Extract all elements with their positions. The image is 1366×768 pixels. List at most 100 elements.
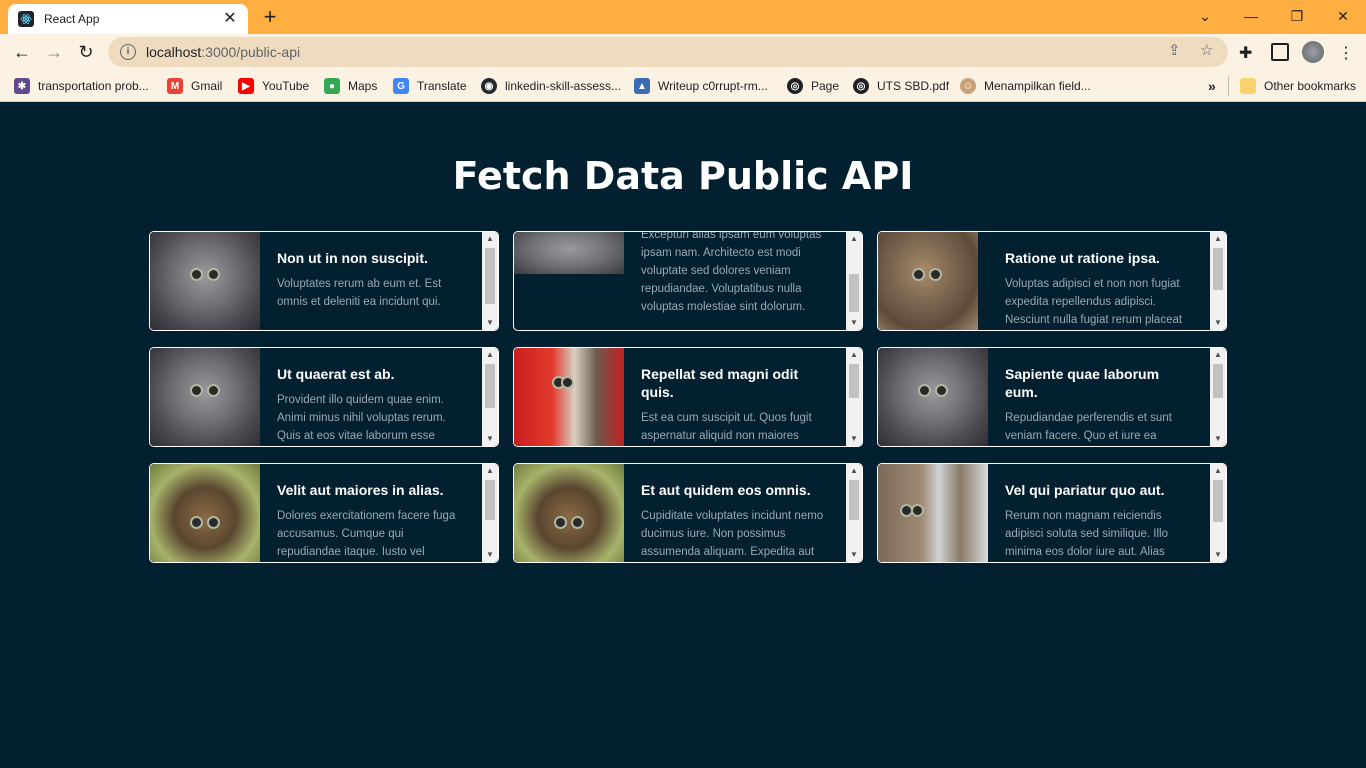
scroll-up-icon[interactable]: ▲ — [846, 232, 862, 246]
menu-icon[interactable]: ⋮ — [1338, 43, 1356, 62]
card-title: Et aut quidem eos omnis. — [641, 482, 811, 498]
card-title: Vel qui pariatur quo aut. — [1005, 482, 1165, 498]
post-card: Ratione ut ratione ipsa. Voluptas adipis… — [877, 231, 1227, 331]
card-title: Ratione ut ratione ipsa. — [1005, 250, 1160, 266]
card-body: Et aut quidem eos omnis. Cupiditate volu… — [641, 464, 831, 562]
scroll-up-icon[interactable]: ▲ — [482, 232, 498, 246]
card-text: Provident illo quidem quae enim. Animi m… — [277, 394, 446, 442]
bookmark-item[interactable]: M Gmail — [167, 76, 222, 96]
forward-button[interactable]: → — [42, 40, 66, 64]
new-tab-button[interactable]: + — [258, 6, 282, 30]
tab-close-icon[interactable]: ✕ — [222, 11, 238, 27]
bookmarks-bar: ✱ transportation prob... M Gmail ▶ YouTube … — [0, 70, 1366, 102]
scroll-down-icon[interactable]: ▼ — [846, 316, 862, 330]
bookmark-item[interactable]: ● Maps — [324, 76, 377, 96]
bookmark-star-icon[interactable]: ☆ — [1200, 41, 1213, 59]
browser-tab[interactable]: React App ✕ — [8, 4, 248, 34]
share-icon[interactable]: ⇪ — [1168, 41, 1181, 59]
card-text: Est ea cum suscipit ut. Quos fugit asper… — [641, 412, 812, 442]
card-text: Excepturi alias ipsam eum voluptas ipsam… — [641, 232, 822, 313]
scroll-down-icon[interactable]: ▼ — [1210, 432, 1226, 446]
restore-button[interactable]: ❐ — [1274, 4, 1320, 28]
folder-icon — [1240, 78, 1256, 94]
card-scrollbar[interactable]: ▲ ▼ — [846, 232, 862, 330]
side-panel-icon[interactable] — [1271, 43, 1289, 61]
scroll-down-icon[interactable]: ▼ — [482, 316, 498, 330]
card-body: Velit aut maiores in alias. Dolores exer… — [277, 464, 467, 562]
card-scrollbar[interactable]: ▲ ▼ — [1210, 348, 1226, 446]
minimize-button[interactable]: — — [1228, 4, 1274, 28]
scroll-up-icon[interactable]: ▲ — [1210, 348, 1226, 362]
scroll-down-icon[interactable]: ▼ — [482, 548, 498, 562]
bookmark-item[interactable]: ▶ YouTube — [238, 76, 309, 96]
scroll-down-icon[interactable]: ▼ — [1210, 548, 1226, 562]
card-body: Sapiente quae laborum eum. Repudiandae p… — [1005, 348, 1195, 446]
post-card: Vel qui pariatur quo aut. Rerum non magn… — [877, 463, 1227, 563]
reload-button[interactable]: ↻ — [74, 40, 98, 64]
profile-avatar[interactable] — [1302, 41, 1324, 63]
card-scrollbar[interactable]: ▲ ▼ — [482, 464, 498, 562]
image-icon: ▲ — [634, 78, 650, 94]
card-scrollbar[interactable]: ▲ ▼ — [1210, 232, 1226, 330]
scroll-up-icon[interactable]: ▲ — [1210, 232, 1226, 246]
scroll-up-icon[interactable]: ▲ — [846, 348, 862, 362]
post-card: Sapiente quae laborum eum. Repudiandae p… — [877, 347, 1227, 447]
bookmark-item[interactable]: ✱ transportation prob... — [14, 76, 149, 96]
post-card: Velit aut maiores in alias. Dolores exer… — [149, 463, 499, 563]
card-scrollbar[interactable]: ▲ ▼ — [1210, 464, 1226, 562]
scroll-down-icon[interactable]: ▼ — [1210, 316, 1226, 330]
address-bar[interactable]: i localhost:3000/public-api — [108, 37, 1228, 67]
card-scrollbar[interactable]: ▲ ▼ — [846, 348, 862, 446]
github-icon: ◉ — [481, 78, 497, 94]
kitten-image — [878, 464, 988, 562]
bookmark-item[interactable]: ◎ UTS SBD.pdf — [853, 76, 949, 96]
maps-icon: ● — [324, 78, 340, 94]
card-title: Ut quaerat est ab. — [277, 366, 395, 382]
post-card: Et aut quidem eos omnis. Cupiditate volu… — [513, 463, 863, 563]
card-body: Ut quaerat est ab. Provident illo quidem… — [277, 348, 467, 446]
card-text: Repudiandae perferendis et sunt veniam f… — [1005, 412, 1172, 442]
other-bookmarks-folder[interactable]: Other bookmarks — [1240, 76, 1356, 96]
address-url: localhost:3000/public-api — [146, 44, 301, 60]
tab-title: React App — [44, 12, 100, 26]
card-title: Repellat sed magni odit quis. — [641, 366, 799, 400]
site-info-icon[interactable]: i — [120, 44, 136, 60]
card-title: Velit aut maiores in alias. — [277, 482, 444, 498]
youtube-icon: ▶ — [238, 78, 254, 94]
translate-icon: G — [393, 78, 409, 94]
tab-search-icon[interactable]: ⌄ — [1182, 4, 1228, 28]
kitten-image — [514, 348, 624, 446]
post-card: Excepturi alias ipsam eum voluptas ipsam… — [513, 231, 863, 331]
scroll-up-icon[interactable]: ▲ — [482, 464, 498, 478]
bookmark-item[interactable]: ▲ Writeup c0rrupt-rm... — [634, 76, 768, 96]
extensions-icon[interactable]: ✚ — [1239, 43, 1257, 62]
back-button[interactable]: ← — [10, 40, 34, 64]
bookmark-item[interactable]: ◎ Page — [787, 76, 839, 96]
bookmark-item[interactable]: G Translate — [393, 76, 467, 96]
kitten-image — [150, 464, 260, 562]
scroll-down-icon[interactable]: ▼ — [846, 548, 862, 562]
card-scrollbar[interactable]: ▲ ▼ — [482, 232, 498, 330]
post-card: Ut quaerat est ab. Provident illo quidem… — [149, 347, 499, 447]
scroll-down-icon[interactable]: ▼ — [846, 432, 862, 446]
browser-tab-strip: React App ✕ + ⌄ — ❐ ✕ — [0, 0, 1366, 34]
scroll-up-icon[interactable]: ▲ — [846, 464, 862, 478]
avatar-icon: ☺ — [960, 78, 976, 94]
card-body: Repellat sed magni odit quis. Est ea cum… — [641, 348, 831, 446]
bookmark-item[interactable]: ◉ linkedin-skill-assess... — [481, 76, 621, 96]
settings-icon: ✱ — [14, 78, 30, 94]
gmail-icon: M — [167, 78, 183, 94]
bookmarks-overflow-button[interactable]: » — [1208, 76, 1216, 96]
card-text: Rerum non magnam reiciendis adipisci sol… — [1005, 510, 1168, 558]
scroll-up-icon[interactable]: ▲ — [482, 348, 498, 362]
card-scrollbar[interactable]: ▲ ▼ — [846, 464, 862, 562]
close-window-button[interactable]: ✕ — [1320, 4, 1366, 28]
card-scrollbar[interactable]: ▲ ▼ — [482, 348, 498, 446]
react-logo-icon — [18, 11, 34, 27]
browser-toolbar: ← → ↻ i localhost:3000/public-api ⇪ ☆ ✚ … — [0, 34, 1366, 70]
bookmark-item[interactable]: ☺ Menampilkan field... — [960, 76, 1091, 96]
page-title: Fetch Data Public API — [452, 154, 914, 198]
card-body: Excepturi alias ipsam eum voluptas ipsam… — [641, 232, 831, 330]
scroll-down-icon[interactable]: ▼ — [482, 432, 498, 446]
scroll-up-icon[interactable]: ▲ — [1210, 464, 1226, 478]
